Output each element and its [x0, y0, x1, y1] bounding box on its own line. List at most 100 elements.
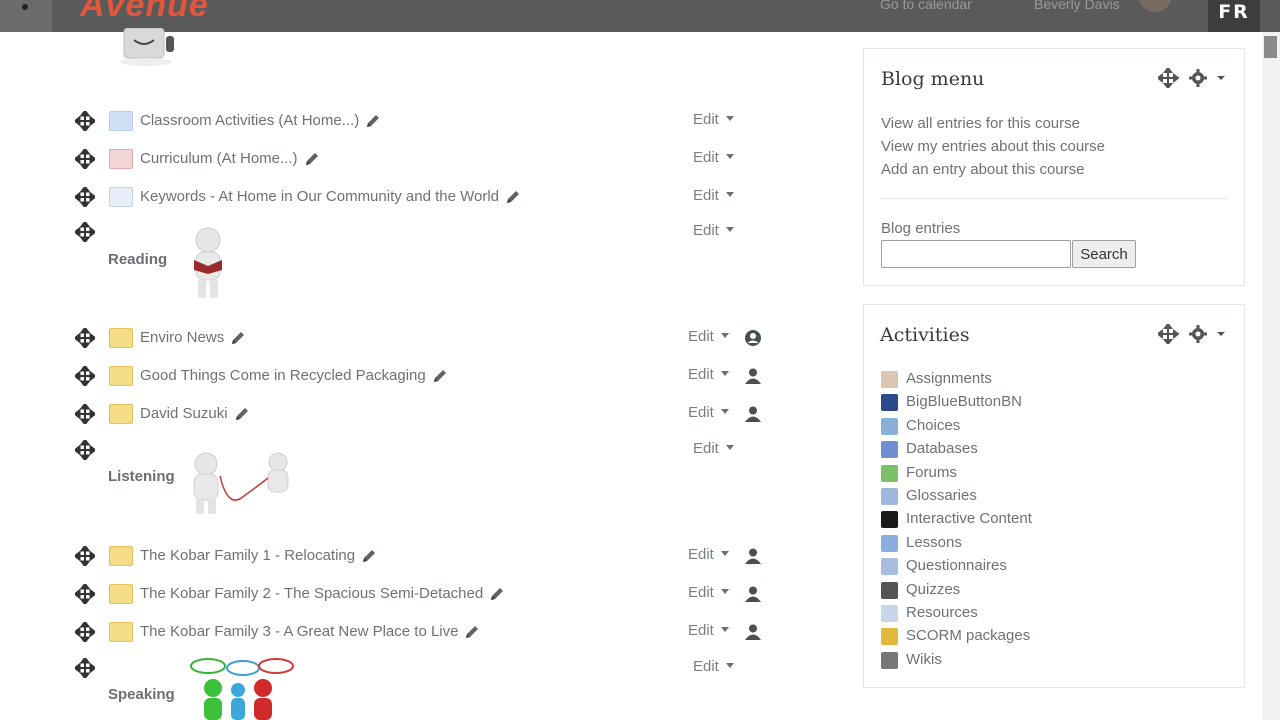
edit-menu[interactable]: Edit [688, 404, 729, 421]
user-icon[interactable] [744, 547, 762, 565]
edit-label: Edit [693, 111, 719, 128]
move-icon[interactable] [73, 109, 97, 133]
activity-type-link[interactable]: Resources [906, 604, 978, 621]
move-icon[interactable] [73, 620, 97, 644]
choice-icon [881, 417, 898, 435]
database-icon [881, 441, 898, 459]
caret-down-icon [720, 332, 729, 338]
pkg-icon [109, 546, 133, 566]
edit-menu[interactable]: Edit [688, 546, 729, 563]
move-icon[interactable] [73, 656, 97, 680]
activity-link[interactable]: Classroom Activities (At Home...) [140, 112, 359, 129]
user-icon[interactable] [744, 585, 762, 603]
edit-label: Edit [688, 328, 714, 345]
move-icon[interactable] [73, 402, 97, 426]
pencil-icon[interactable] [361, 548, 377, 564]
edit-menu[interactable]: Edit [688, 366, 729, 383]
scrollbar-thumb[interactable] [1264, 36, 1277, 58]
activity-link[interactable]: Curriculum (At Home...) [140, 150, 298, 167]
edit-menu[interactable]: Edit [688, 622, 729, 639]
edit-menu[interactable]: Edit [688, 584, 729, 601]
site-logo[interactable]: Avenue [80, 0, 209, 25]
pencil-icon[interactable] [489, 586, 505, 602]
move-icon[interactable] [73, 582, 97, 606]
activity-link[interactable]: Good Things Come in Recycled Packaging [140, 367, 426, 384]
move-icon[interactable] [73, 364, 97, 388]
activity-link[interactable]: David Suzuki [140, 405, 228, 422]
activity-link[interactable]: Keywords - At Home in Our Community and … [140, 188, 499, 205]
edit-label: Edit [693, 149, 719, 166]
language-switch[interactable]: FR [1208, 0, 1260, 32]
pkg-icon [109, 584, 133, 604]
drawer-toggle[interactable] [0, 0, 52, 32]
edit-label: Edit [688, 366, 714, 383]
activity-type-link[interactable]: Assignments [906, 370, 992, 387]
activity-link[interactable]: The Kobar Family 3 - A Great New Place t… [140, 623, 458, 640]
edit-menu[interactable]: Edit [693, 149, 734, 166]
blog-menu-title: Blog menu [881, 68, 985, 90]
edit-menu[interactable]: Edit [693, 187, 734, 204]
move-icon[interactable] [73, 220, 97, 244]
user-menu-name[interactable]: Beverly Davis [1034, 0, 1120, 12]
avatar[interactable] [1138, 0, 1172, 12]
user-icon[interactable] [744, 623, 762, 641]
edit-menu[interactable]: Edit [693, 658, 734, 675]
caret-down-icon [720, 408, 729, 414]
gear-icon [1189, 325, 1207, 343]
edit-label: Edit [693, 440, 719, 457]
activity-type-link[interactable]: Databases [906, 440, 978, 457]
activity-link[interactable]: Enviro News [140, 329, 224, 346]
move-icon[interactable] [73, 147, 97, 171]
blog-link-add-entry[interactable]: Add an entry about this course [881, 161, 1084, 178]
pencil-icon[interactable] [304, 151, 320, 167]
caret-down-icon [725, 115, 734, 121]
user-icon[interactable] [744, 405, 762, 423]
activity-type-link[interactable]: BigBlueButtonBN [906, 393, 1022, 410]
calendar-link[interactable]: Go to calendar [880, 0, 972, 12]
activity-type-link[interactable]: Quizzes [906, 581, 960, 598]
pencil-icon[interactable] [230, 330, 246, 346]
pencil-icon[interactable] [432, 368, 448, 384]
activity-type-link[interactable]: Glossaries [906, 487, 977, 504]
edit-menu[interactable]: Edit [688, 328, 729, 345]
forum-icon [881, 464, 898, 482]
caret-down-icon [720, 588, 729, 594]
activity-type-link[interactable]: Choices [906, 417, 960, 434]
blog-link-all-entries[interactable]: View all entries for this course [881, 115, 1080, 132]
activity-link[interactable]: The Kobar Family 1 - Relocating [140, 547, 355, 564]
pencil-icon[interactable] [464, 624, 480, 640]
user-circle-icon[interactable] [744, 329, 762, 347]
quiz-icon [881, 581, 898, 599]
move-icon[interactable] [73, 185, 97, 209]
mascot-image [120, 28, 174, 66]
activity-type-link[interactable]: Lessons [906, 534, 962, 551]
blog-search-input[interactable] [881, 240, 1071, 268]
pencil-icon[interactable] [365, 113, 381, 129]
activity-type-link[interactable]: Interactive Content [906, 510, 1032, 527]
blog-menu-tools[interactable] [1158, 68, 1228, 88]
move-icon[interactable] [73, 544, 97, 568]
caret-down-icon [725, 444, 734, 450]
caret-down-icon [725, 662, 734, 668]
edit-menu[interactable]: Edit [693, 111, 734, 128]
pkg-icon [109, 404, 133, 424]
move-icon[interactable] [73, 438, 97, 462]
pencil-icon[interactable] [234, 406, 250, 422]
edit-menu[interactable]: Edit [693, 440, 734, 457]
blog-search-button[interactable]: Search [1072, 240, 1136, 268]
activities-tools[interactable] [1158, 324, 1228, 344]
caret-down-icon [725, 226, 734, 232]
move-icon[interactable] [73, 326, 97, 350]
activity-type-link[interactable]: Wikis [906, 651, 942, 668]
activity-type-link[interactable]: SCORM packages [906, 627, 1030, 644]
edit-menu[interactable]: Edit [693, 222, 734, 239]
blog-link-my-entries[interactable]: View my entries about this course [881, 138, 1105, 155]
activity-type-link[interactable]: Forums [906, 464, 957, 481]
caret-down-icon [720, 626, 729, 632]
activity-type-link[interactable]: Questionnaires [906, 557, 1007, 574]
activity-link[interactable]: The Kobar Family 2 - The Spacious Semi-D… [140, 585, 483, 602]
pkg-icon [109, 622, 133, 642]
user-icon[interactable] [744, 367, 762, 385]
page-scrollbar[interactable] [1262, 32, 1280, 720]
pencil-icon[interactable] [505, 189, 521, 205]
